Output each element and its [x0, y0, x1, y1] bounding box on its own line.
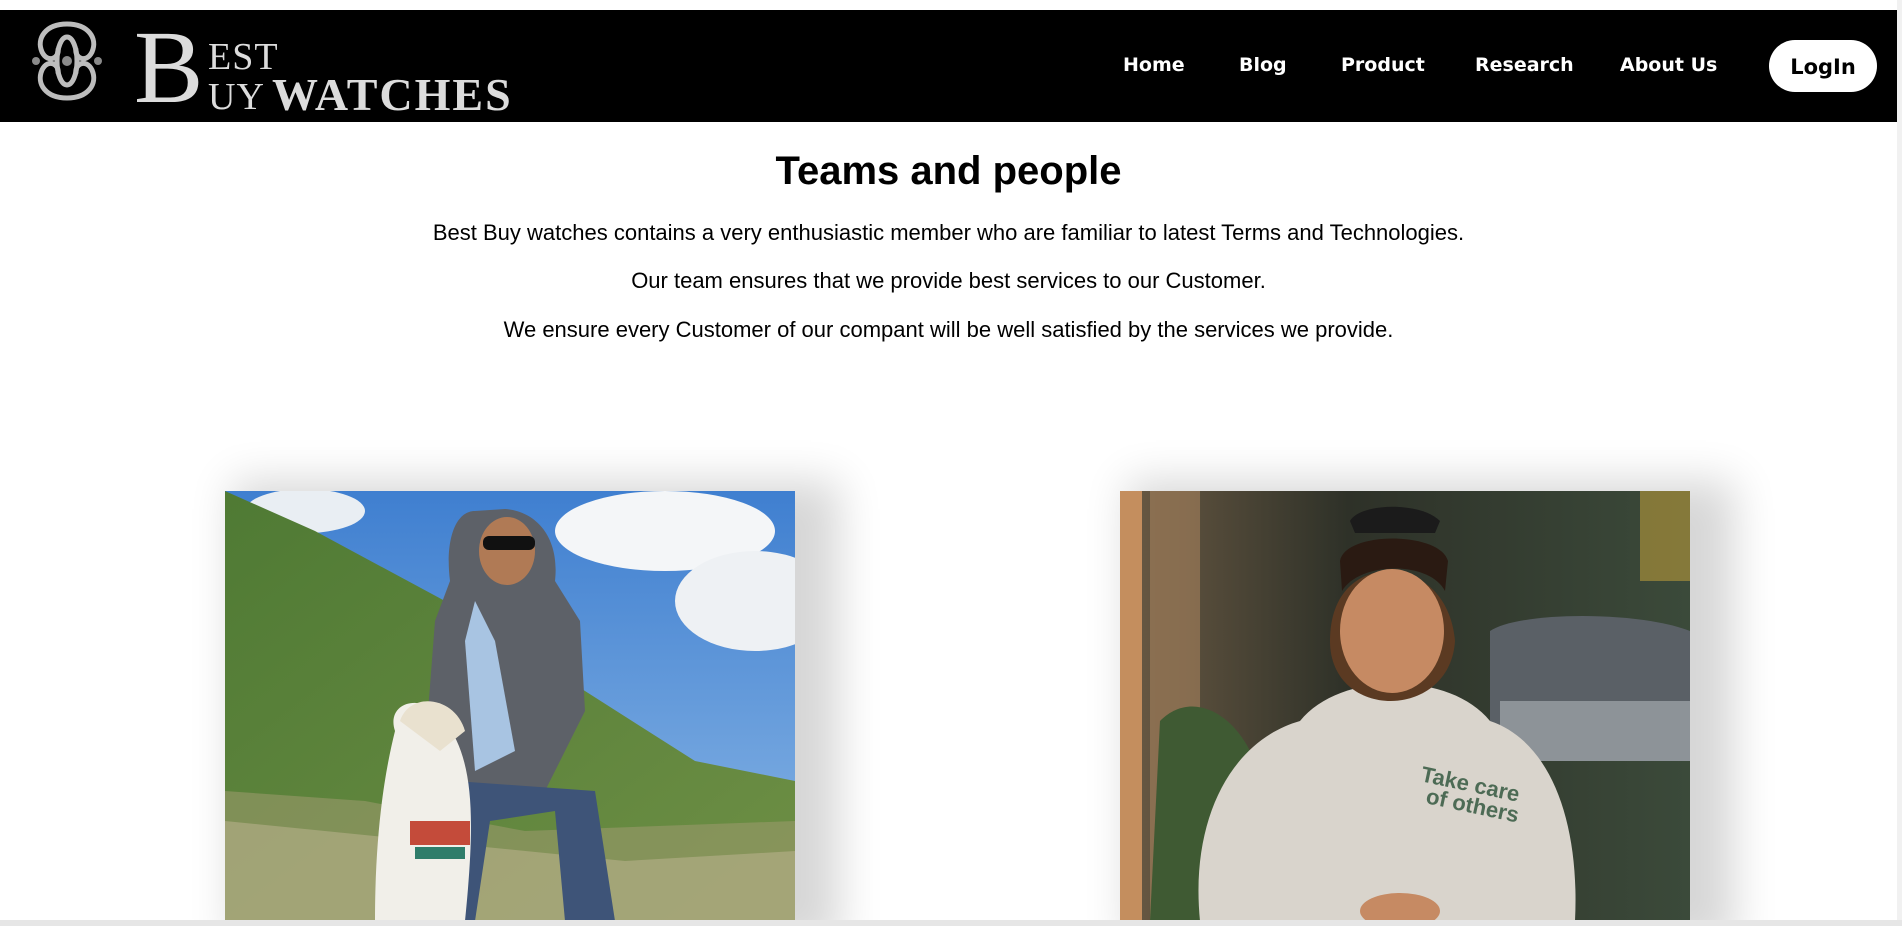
intro-paragraph-1: Best Buy watches contains a very enthusi…	[432, 220, 1465, 245]
scrollbar-track[interactable]	[1897, 0, 1902, 926]
intro-paragraph-3: We ensure every Customer of our compant …	[503, 317, 1394, 342]
team-card-1	[225, 491, 795, 921]
intro-paragraph-2: Our team ensures that we provide best se…	[631, 268, 1266, 293]
nav-product[interactable]: Product	[1341, 54, 1425, 76]
team-card-2: Take care of others	[1120, 491, 1690, 921]
top-gap	[0, 0, 1902, 10]
login-button[interactable]: LogIn	[1769, 40, 1877, 92]
page-title: Teams and people	[775, 149, 1122, 193]
nav-home[interactable]: Home	[1123, 54, 1185, 76]
man-on-horse-photo	[225, 491, 795, 921]
logo-wordmark[interactable]: B EST UY WATCHES	[134, 16, 511, 120]
navbar: B EST UY WATCHES Home Blog Product Resea…	[0, 10, 1897, 122]
logo-letter-b: B	[134, 10, 204, 125]
ornament-logo-icon[interactable]	[26, 18, 108, 104]
nav-blog[interactable]: Blog	[1239, 54, 1287, 76]
woman-in-hoodie-photo: Take care of others	[1120, 491, 1690, 921]
horizontal-scrollbar[interactable]	[0, 920, 1902, 926]
logo-text-est: EST	[208, 36, 279, 78]
nav-research[interactable]: Research	[1475, 54, 1574, 76]
nav-about-us[interactable]: About Us	[1620, 54, 1717, 76]
logo-text-uy: UY	[208, 76, 265, 118]
logo-text-watches: WATCHES	[272, 69, 513, 120]
